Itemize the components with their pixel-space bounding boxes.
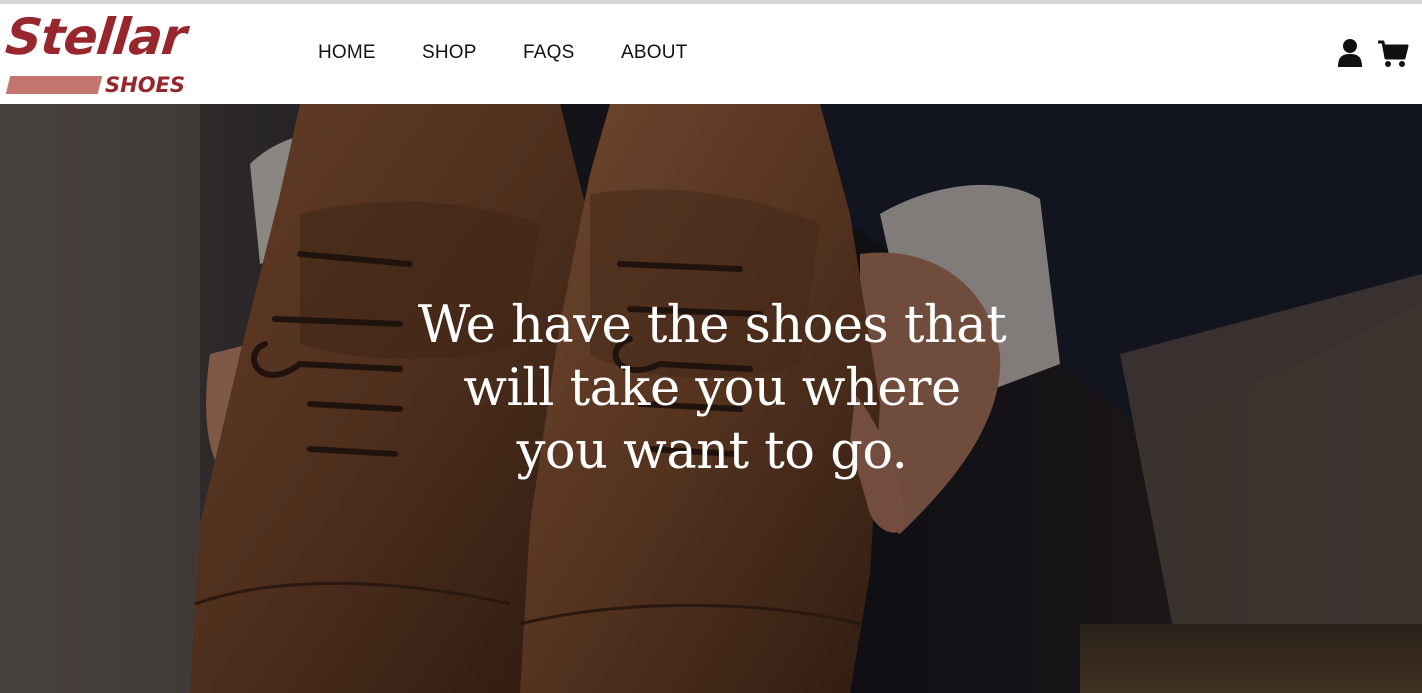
- hero-headline-line-3: you want to go.: [516, 422, 908, 481]
- navbar: Stellar SHOES HOME SHOP FAQS ABOUT: [0, 4, 1422, 104]
- cart-icon[interactable]: [1377, 40, 1409, 73]
- user-icon[interactable]: [1337, 38, 1363, 73]
- nav-home[interactable]: HOME: [318, 42, 376, 64]
- logo-subtitle: SHOES: [105, 73, 186, 97]
- nav-faqs[interactable]: FAQS: [523, 42, 574, 64]
- hero-banner: We have the shoes that will take you whe…: [0, 104, 1422, 693]
- brand-logo[interactable]: Stellar SHOES: [3, 8, 210, 98]
- logo-wordmark: Stellar: [2, 8, 189, 66]
- logo-bar: [5, 76, 103, 94]
- hero-headline: We have the shoes that will take you whe…: [356, 294, 1068, 483]
- nav-about[interactable]: ABOUT: [621, 42, 687, 64]
- hero-headline-line-1: We have the shoes that: [417, 296, 1007, 355]
- hero-headline-line-2: will take you where: [463, 359, 961, 418]
- nav-shop[interactable]: SHOP: [422, 42, 477, 64]
